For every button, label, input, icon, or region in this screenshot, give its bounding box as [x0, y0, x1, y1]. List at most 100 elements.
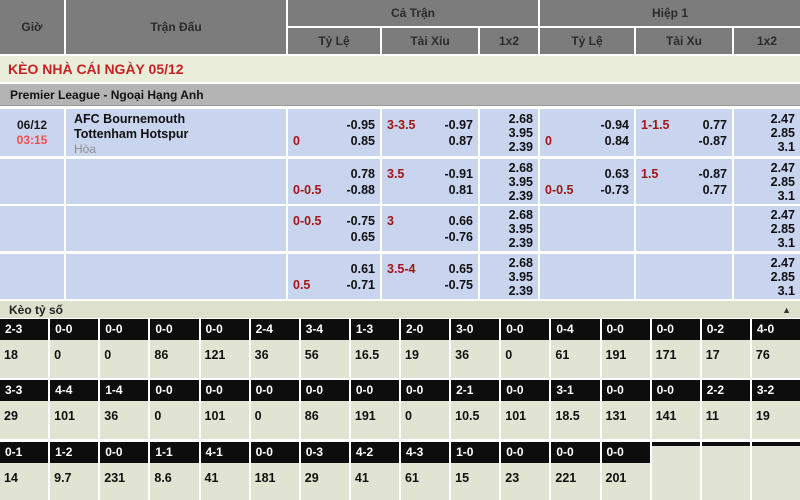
- draw-label: Hòa: [74, 142, 286, 156]
- odds-value: 0.77: [703, 182, 727, 198]
- score-odds-value[interactable]: 15: [451, 463, 499, 500]
- h1-handicap-cell: [540, 206, 634, 251]
- score-odds-value[interactable]: 171: [652, 340, 700, 378]
- ft-handicap-cell[interactable]: 0-0.5-0.750.65: [288, 206, 380, 251]
- subcol-header-h1-overunder: Tài Xu: [636, 28, 732, 54]
- ft-handicap-cell[interactable]: 0.780-0.5-0.88: [288, 159, 380, 204]
- score-odds-value[interactable]: 18.5: [551, 401, 599, 439]
- score-cell: 3-118.5: [551, 380, 599, 439]
- ft-handicap-cell[interactable]: -0.9500.85: [288, 109, 380, 156]
- score-odds-value[interactable]: 16.5: [351, 340, 399, 378]
- h1-1x2-cell[interactable]: 2.472.853.1: [734, 206, 800, 251]
- odds-value: 3.95: [509, 222, 533, 236]
- score-odds-value[interactable]: 221: [551, 463, 599, 500]
- score-odds-value[interactable]: 191: [602, 340, 650, 378]
- ft-overunder-cell[interactable]: 30.66-0.76: [382, 206, 478, 251]
- ft-1x2-cell[interactable]: 2.683.952.39: [480, 109, 538, 156]
- score-odds-value[interactable]: 0: [401, 401, 449, 439]
- score-section-title: Kèo tỷ số: [9, 303, 63, 317]
- score-grid-row: 3-3294-41011-4360-000-01010-000-0860-019…: [0, 380, 800, 439]
- score-label: 4-1: [201, 442, 249, 463]
- score-odds-value[interactable]: 36: [251, 340, 299, 378]
- score-cell: 0-00: [401, 380, 449, 439]
- score-odds-value[interactable]: 9.7: [50, 463, 98, 500]
- h1-1x2-cell[interactable]: 2.472.853.1: [734, 159, 800, 204]
- score-odds-value[interactable]: 10.5: [451, 401, 499, 439]
- ft-handicap-cell[interactable]: 0.610.5-0.71: [288, 254, 380, 299]
- odds-line: 0-0.5-0.73: [545, 182, 629, 198]
- score-odds-value[interactable]: 36: [451, 340, 499, 378]
- score-odds-value[interactable]: 14: [0, 463, 48, 500]
- score-odds-value[interactable]: 101: [50, 401, 98, 439]
- score-odds-value[interactable]: 8.6: [150, 463, 198, 500]
- score-odds-value[interactable]: 17: [702, 340, 750, 378]
- h1-overunder-cell: [636, 254, 732, 299]
- collapse-icon[interactable]: ▲: [782, 305, 791, 315]
- score-odds-value[interactable]: 181: [251, 463, 299, 500]
- ft-overunder-cell[interactable]: 3.5-40.65-0.75: [382, 254, 478, 299]
- score-odds-value[interactable]: 41: [201, 463, 249, 500]
- score-odds-value[interactable]: 76: [752, 340, 800, 378]
- score-odds-value[interactable]: 121: [201, 340, 249, 378]
- score-label: 0-0: [201, 380, 249, 401]
- odds-row: 0-0.5-0.750.6530.66-0.762.683.952.39 2.47…: [0, 206, 800, 251]
- score-label: 0-3: [301, 442, 349, 463]
- h1-overunder-cell[interactable]: 1-1.50.77-0.87: [636, 109, 732, 156]
- score-cell: 1-316.5: [351, 319, 399, 378]
- score-section-header[interactable]: Kèo tỷ số ▲: [0, 301, 800, 318]
- h1-1x2-cell[interactable]: 2.472.853.1: [734, 109, 800, 156]
- odds-value: 2.47: [771, 112, 795, 126]
- score-odds-value[interactable]: 19: [401, 340, 449, 378]
- score-odds-value[interactable]: 19: [752, 401, 800, 439]
- score-label: 0-0: [251, 380, 299, 401]
- subcol-header-ft-handicap: Tỷ Lệ: [288, 28, 380, 54]
- score-odds-value[interactable]: 23: [501, 463, 549, 500]
- odds-value: 2.68: [509, 112, 533, 126]
- score-odds-value[interactable]: 0: [150, 401, 198, 439]
- odds-line: 1.5-0.87: [641, 166, 727, 182]
- odds-line: -0.87: [641, 133, 727, 149]
- score-odds-value[interactable]: 41: [351, 463, 399, 500]
- handicap-label: 3.5-4: [387, 261, 416, 277]
- score-odds-value[interactable]: 29: [301, 463, 349, 500]
- ft-1x2-cell[interactable]: 2.683.952.39: [480, 159, 538, 204]
- score-odds-value[interactable]: 56: [301, 340, 349, 378]
- ft-1x2-cell[interactable]: 2.683.952.39: [480, 254, 538, 299]
- score-odds-value[interactable]: 201: [602, 463, 650, 500]
- h1-handicap-cell[interactable]: -0.9400.84: [540, 109, 634, 156]
- ft-overunder-cell[interactable]: 3.5-0.910.81: [382, 159, 478, 204]
- score-odds-value[interactable]: 86: [301, 401, 349, 439]
- h1-handicap-cell[interactable]: 0.630-0.5-0.73: [540, 159, 634, 204]
- odds-value: 2.39: [509, 140, 533, 154]
- score-odds-value[interactable]: 231: [100, 463, 148, 500]
- score-odds-value[interactable]: 131: [602, 401, 650, 439]
- score-odds-value[interactable]: 0: [501, 340, 549, 378]
- score-cell: 0-0221: [551, 442, 599, 500]
- ft-overunder-cell[interactable]: 3-3.5-0.970.87: [382, 109, 478, 156]
- score-label: 4-0: [752, 319, 800, 340]
- score-label: 0-0: [351, 380, 399, 401]
- score-odds-value[interactable]: 11: [702, 401, 750, 439]
- score-odds-value[interactable]: 29: [0, 401, 48, 439]
- score-grid-row: 0-1141-29.70-02311-18.64-1410-01810-3294…: [0, 442, 800, 500]
- match-teams-cell[interactable]: AFC BournemouthTottenham HotspurHòa: [66, 109, 286, 156]
- score-odds-value[interactable]: 0: [251, 401, 299, 439]
- score-odds-value[interactable]: 191: [351, 401, 399, 439]
- score-odds-value[interactable]: 36: [100, 401, 148, 439]
- score-odds-value[interactable]: 0: [100, 340, 148, 378]
- ft-1x2-cell[interactable]: 2.683.952.39: [480, 206, 538, 251]
- h1-1x2-cell[interactable]: 2.472.853.1: [734, 254, 800, 299]
- odds-row: 0.610.5-0.713.5-40.65-0.752.683.952.39 2.…: [0, 254, 800, 299]
- score-odds-value[interactable]: 141: [652, 401, 700, 439]
- h1-overunder-cell[interactable]: 1.5-0.870.77: [636, 159, 732, 204]
- score-odds-value[interactable]: 61: [551, 340, 599, 378]
- score-odds-value[interactable]: 18: [0, 340, 48, 378]
- score-odds-value[interactable]: 61: [401, 463, 449, 500]
- score-label: 3-4: [301, 319, 349, 340]
- score-label: 2-1: [451, 380, 499, 401]
- odds-value: 2.85: [771, 126, 795, 140]
- score-odds-value[interactable]: 0: [50, 340, 98, 378]
- score-odds-value[interactable]: 101: [201, 401, 249, 439]
- score-odds-value[interactable]: 101: [501, 401, 549, 439]
- score-odds-value[interactable]: 86: [150, 340, 198, 378]
